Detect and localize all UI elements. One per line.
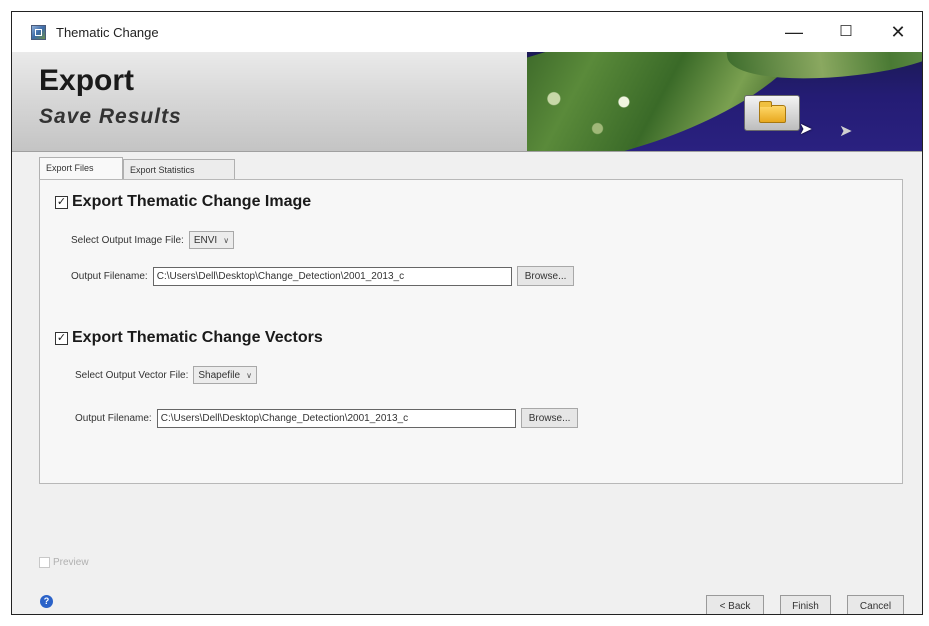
image-filename-row: Output Filename: Browse... [71,266,575,286]
banner-title: Export [39,64,135,97]
preview-checkbox[interactable] [39,557,50,568]
app-icon [31,25,46,40]
banner-subtitle: Save Results [39,105,182,128]
folder-shape [759,101,786,123]
finish-button[interactable]: Finish [780,595,831,614]
image-section-header[interactable]: ✓ Export Thematic Change Image [55,191,311,213]
window-title: Thematic Change [56,25,159,40]
vector-filename-row: Output Filename: Browse... [75,408,579,428]
tab-export-statistics[interactable]: Export Statistics [123,159,235,179]
wizard-banner: Export Save Results ➤ ➤ [12,52,922,152]
minimize-button[interactable]: — [774,18,814,46]
image-browse-button[interactable]: Browse... [516,266,575,286]
vector-section-heading: Export Thematic Change Vectors [72,329,323,346]
folder-icon [744,95,800,131]
image-format-select[interactable]: ENVI ∨ [188,231,235,249]
vector-format-row: Select Output Vector File: Shapefile ∨ [75,366,257,384]
close-button[interactable]: ✕ [878,18,918,46]
tab-export-files[interactable]: Export Files [39,157,123,179]
image-filename-label: Output Filename: [71,270,148,282]
preview-option: Preview [39,557,89,568]
export-vectors-checkbox[interactable]: ✓ [55,331,68,345]
vector-section-header[interactable]: ✓ Export Thematic Change Vectors [55,327,323,349]
image-format-label: Select Output Image File: [71,234,184,246]
vector-format-select[interactable]: Shapefile ∨ [193,366,257,384]
title-bar[interactable]: Thematic Change — ☐ ✕ [12,12,922,52]
chevron-down-icon: ∨ [246,370,252,380]
image-format-row: Select Output Image File: ENVI ∨ [71,231,235,249]
image-format-value: ENVI [193,234,218,246]
mouse-cursor-icon: ➤ [799,121,813,138]
export-image-checkbox[interactable]: ✓ [55,195,68,209]
maximize-button[interactable]: ☐ [826,18,866,46]
mouse-cursor-shadow-icon: ➤ [839,123,853,140]
chevron-down-icon: ∨ [223,235,230,245]
thematic-change-window: Thematic Change — ☐ ✕ Export Save Result… [11,11,923,615]
vector-filename-label: Output Filename: [75,412,152,424]
help-icon[interactable]: ? [40,595,53,608]
vector-format-label: Select Output Vector File: [75,369,189,381]
banner-satellite-image [527,52,922,151]
vector-filename-input[interactable] [156,408,516,428]
vector-browse-button[interactable]: Browse... [520,408,579,428]
preview-label: Preview [53,557,89,568]
image-section-heading: Export Thematic Change Image [72,193,312,210]
vector-format-value: Shapefile [198,369,241,381]
cancel-button[interactable]: Cancel [847,595,904,614]
back-button[interactable]: < Back [706,595,764,614]
image-filename-input[interactable] [152,266,512,286]
export-files-panel: ✓ Export Thematic Change Image Select Ou… [39,179,903,484]
